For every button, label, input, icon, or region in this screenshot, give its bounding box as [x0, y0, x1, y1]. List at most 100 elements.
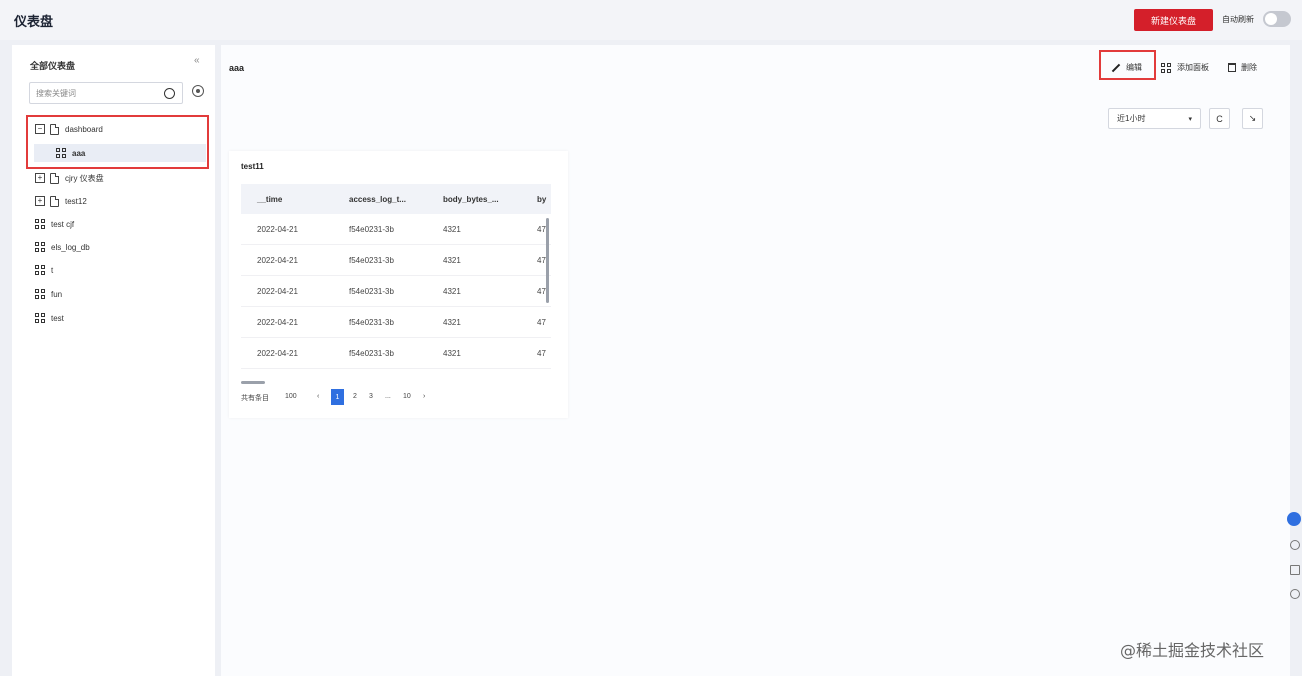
table-cell: 2022-04-21	[257, 318, 298, 327]
time-range-value: 近1小时	[1117, 114, 1146, 123]
table-cell: 2022-04-21	[257, 256, 298, 265]
search-box	[29, 82, 183, 104]
table-cell: f54e0231-3b	[349, 225, 394, 234]
help-icon[interactable]	[1287, 512, 1301, 526]
total-label: 共有条目	[241, 395, 269, 402]
page-2-button[interactable]: 2	[353, 393, 357, 400]
new-dashboard-button[interactable]: 新建仪表盘	[1134, 9, 1213, 31]
double-chevron-left-icon[interactable]: «	[194, 55, 200, 66]
tree-item-els-log-db[interactable]: els_log_db	[35, 238, 90, 256]
watermark: @稀土掘金技术社区	[1120, 641, 1265, 660]
page-title: 仪表盘	[14, 14, 54, 29]
table-cell: 4321	[443, 256, 461, 265]
total-count: 100	[285, 393, 297, 400]
table-cell: 4321	[443, 287, 461, 296]
toggle-knob	[1265, 13, 1277, 25]
question-icon[interactable]	[1290, 540, 1300, 550]
expand-icon[interactable]: +	[35, 196, 45, 206]
table-cell: f54e0231-3b	[349, 349, 394, 358]
table-cell: 2022-04-21	[257, 349, 298, 358]
pagination-ellipsis: ...	[385, 393, 391, 400]
page-3-button[interactable]: 3	[369, 393, 373, 400]
horizontal-scrollbar[interactable]	[241, 381, 265, 384]
auto-refresh-label: 自动刷新	[1222, 15, 1254, 24]
top-bar: 仪表盘 新建仪表盘 自动刷新	[0, 0, 1302, 40]
column-header[interactable]: body_bytes_...	[443, 195, 499, 204]
tree-item-label: fun	[51, 289, 63, 299]
highlight-box	[26, 115, 209, 169]
page-last-button[interactable]: 10	[403, 393, 411, 400]
refresh-button[interactable]: C	[1209, 108, 1230, 129]
auto-refresh-toggle[interactable]	[1263, 11, 1291, 27]
table-row: 2022-04-21 f54e0231-3b 4321 47	[241, 307, 551, 338]
tree-folder-cjry[interactable]: + cjry 仪表盘	[35, 169, 104, 187]
table-cell: 4321	[443, 225, 461, 234]
dashboard-icon	[35, 219, 45, 229]
delete-button[interactable]: 删除	[1228, 62, 1257, 73]
search-input[interactable]	[36, 87, 156, 100]
dashboard-title: aaa	[229, 63, 245, 73]
table-cell: f54e0231-3b	[349, 256, 394, 265]
add-icon[interactable]	[192, 85, 204, 97]
tree-item-fun[interactable]: fun	[35, 285, 62, 303]
add-panel-label: 添加面板	[1177, 63, 1209, 72]
tree-item-test-cjf[interactable]: test cjf	[35, 215, 74, 233]
table-cell: 47	[537, 256, 546, 265]
dashboard-icon	[35, 313, 45, 323]
column-header[interactable]: access_log_t...	[349, 195, 406, 204]
page-1-button[interactable]: 1	[331, 389, 344, 405]
tree-item-t[interactable]: t	[35, 261, 53, 279]
column-header[interactable]: by	[537, 195, 546, 204]
table-cell: 47	[537, 318, 546, 327]
dashboard-icon	[1161, 62, 1171, 73]
table-cell: 47	[537, 287, 546, 296]
main-content: aaa 编辑 添加面板 删除 近1小时 ▾ C ↘ test11 __time …	[221, 45, 1290, 676]
column-header[interactable]: __time	[257, 195, 282, 204]
table-cell: 4321	[443, 318, 461, 327]
search-icon[interactable]	[164, 88, 175, 99]
table-cell: 4321	[443, 349, 461, 358]
add-panel-button[interactable]: 添加面板	[1161, 62, 1209, 73]
tree-item-label: els_log_db	[51, 242, 90, 252]
expand-icon: ↘	[1248, 113, 1257, 123]
folder-icon	[50, 172, 59, 184]
vertical-scrollbar[interactable]	[546, 218, 549, 303]
table-cell: f54e0231-3b	[349, 287, 394, 296]
document-icon[interactable]	[1290, 565, 1300, 575]
dashboard-icon	[35, 289, 45, 299]
table-cell: 47	[537, 349, 546, 358]
tree-item-label: test	[51, 313, 64, 323]
edit-button[interactable]: 编辑	[1111, 62, 1142, 73]
fullscreen-button[interactable]: ↘	[1242, 108, 1263, 129]
tree-item-label: t	[51, 265, 54, 275]
table-cell: 2022-04-21	[257, 225, 298, 234]
table-header: __time access_log_t... body_bytes_... by	[241, 184, 551, 214]
table-panel: test11 __time access_log_t... body_bytes…	[229, 151, 568, 418]
dashboard-icon	[35, 242, 45, 252]
table-cell: 2022-04-21	[257, 287, 298, 296]
trash-icon	[1228, 63, 1236, 72]
tree-item-label: test cjf	[51, 219, 75, 229]
table-row: 2022-04-21 f54e0231-3b 4321 47	[241, 338, 551, 369]
tree-item-test[interactable]: test	[35, 309, 64, 327]
expand-icon[interactable]: +	[35, 173, 45, 183]
table-cell: f54e0231-3b	[349, 318, 394, 327]
sidebar-title: 全部仪表盘	[30, 61, 76, 71]
prev-page-button[interactable]: ‹	[317, 393, 319, 400]
table-row: 2022-04-21 f54e0231-3b 4321 47	[241, 245, 551, 276]
table-cell: 47	[537, 225, 546, 234]
feedback-icon[interactable]	[1290, 589, 1300, 599]
next-page-button[interactable]: ›	[423, 393, 425, 400]
tree-folder-test12[interactable]: + test12	[35, 192, 87, 210]
table-row: 2022-04-21 f54e0231-3b 4321 47	[241, 214, 551, 245]
tree-item-label: test12	[65, 196, 87, 206]
refresh-icon: C	[1216, 113, 1223, 124]
dashboard-icon	[35, 265, 45, 275]
tree-item-label: cjry 仪表盘	[65, 173, 104, 183]
floating-toolbar	[1282, 505, 1302, 609]
sidebar: 全部仪表盘 « − dashboard aaa + cjry 仪表盘 + tes…	[12, 45, 215, 676]
panel-title: test11	[241, 162, 264, 171]
time-range-select[interactable]: 近1小时 ▾	[1108, 108, 1201, 129]
folder-icon	[50, 195, 59, 207]
table-row: 2022-04-21 f54e0231-3b 4321 47	[241, 276, 551, 307]
